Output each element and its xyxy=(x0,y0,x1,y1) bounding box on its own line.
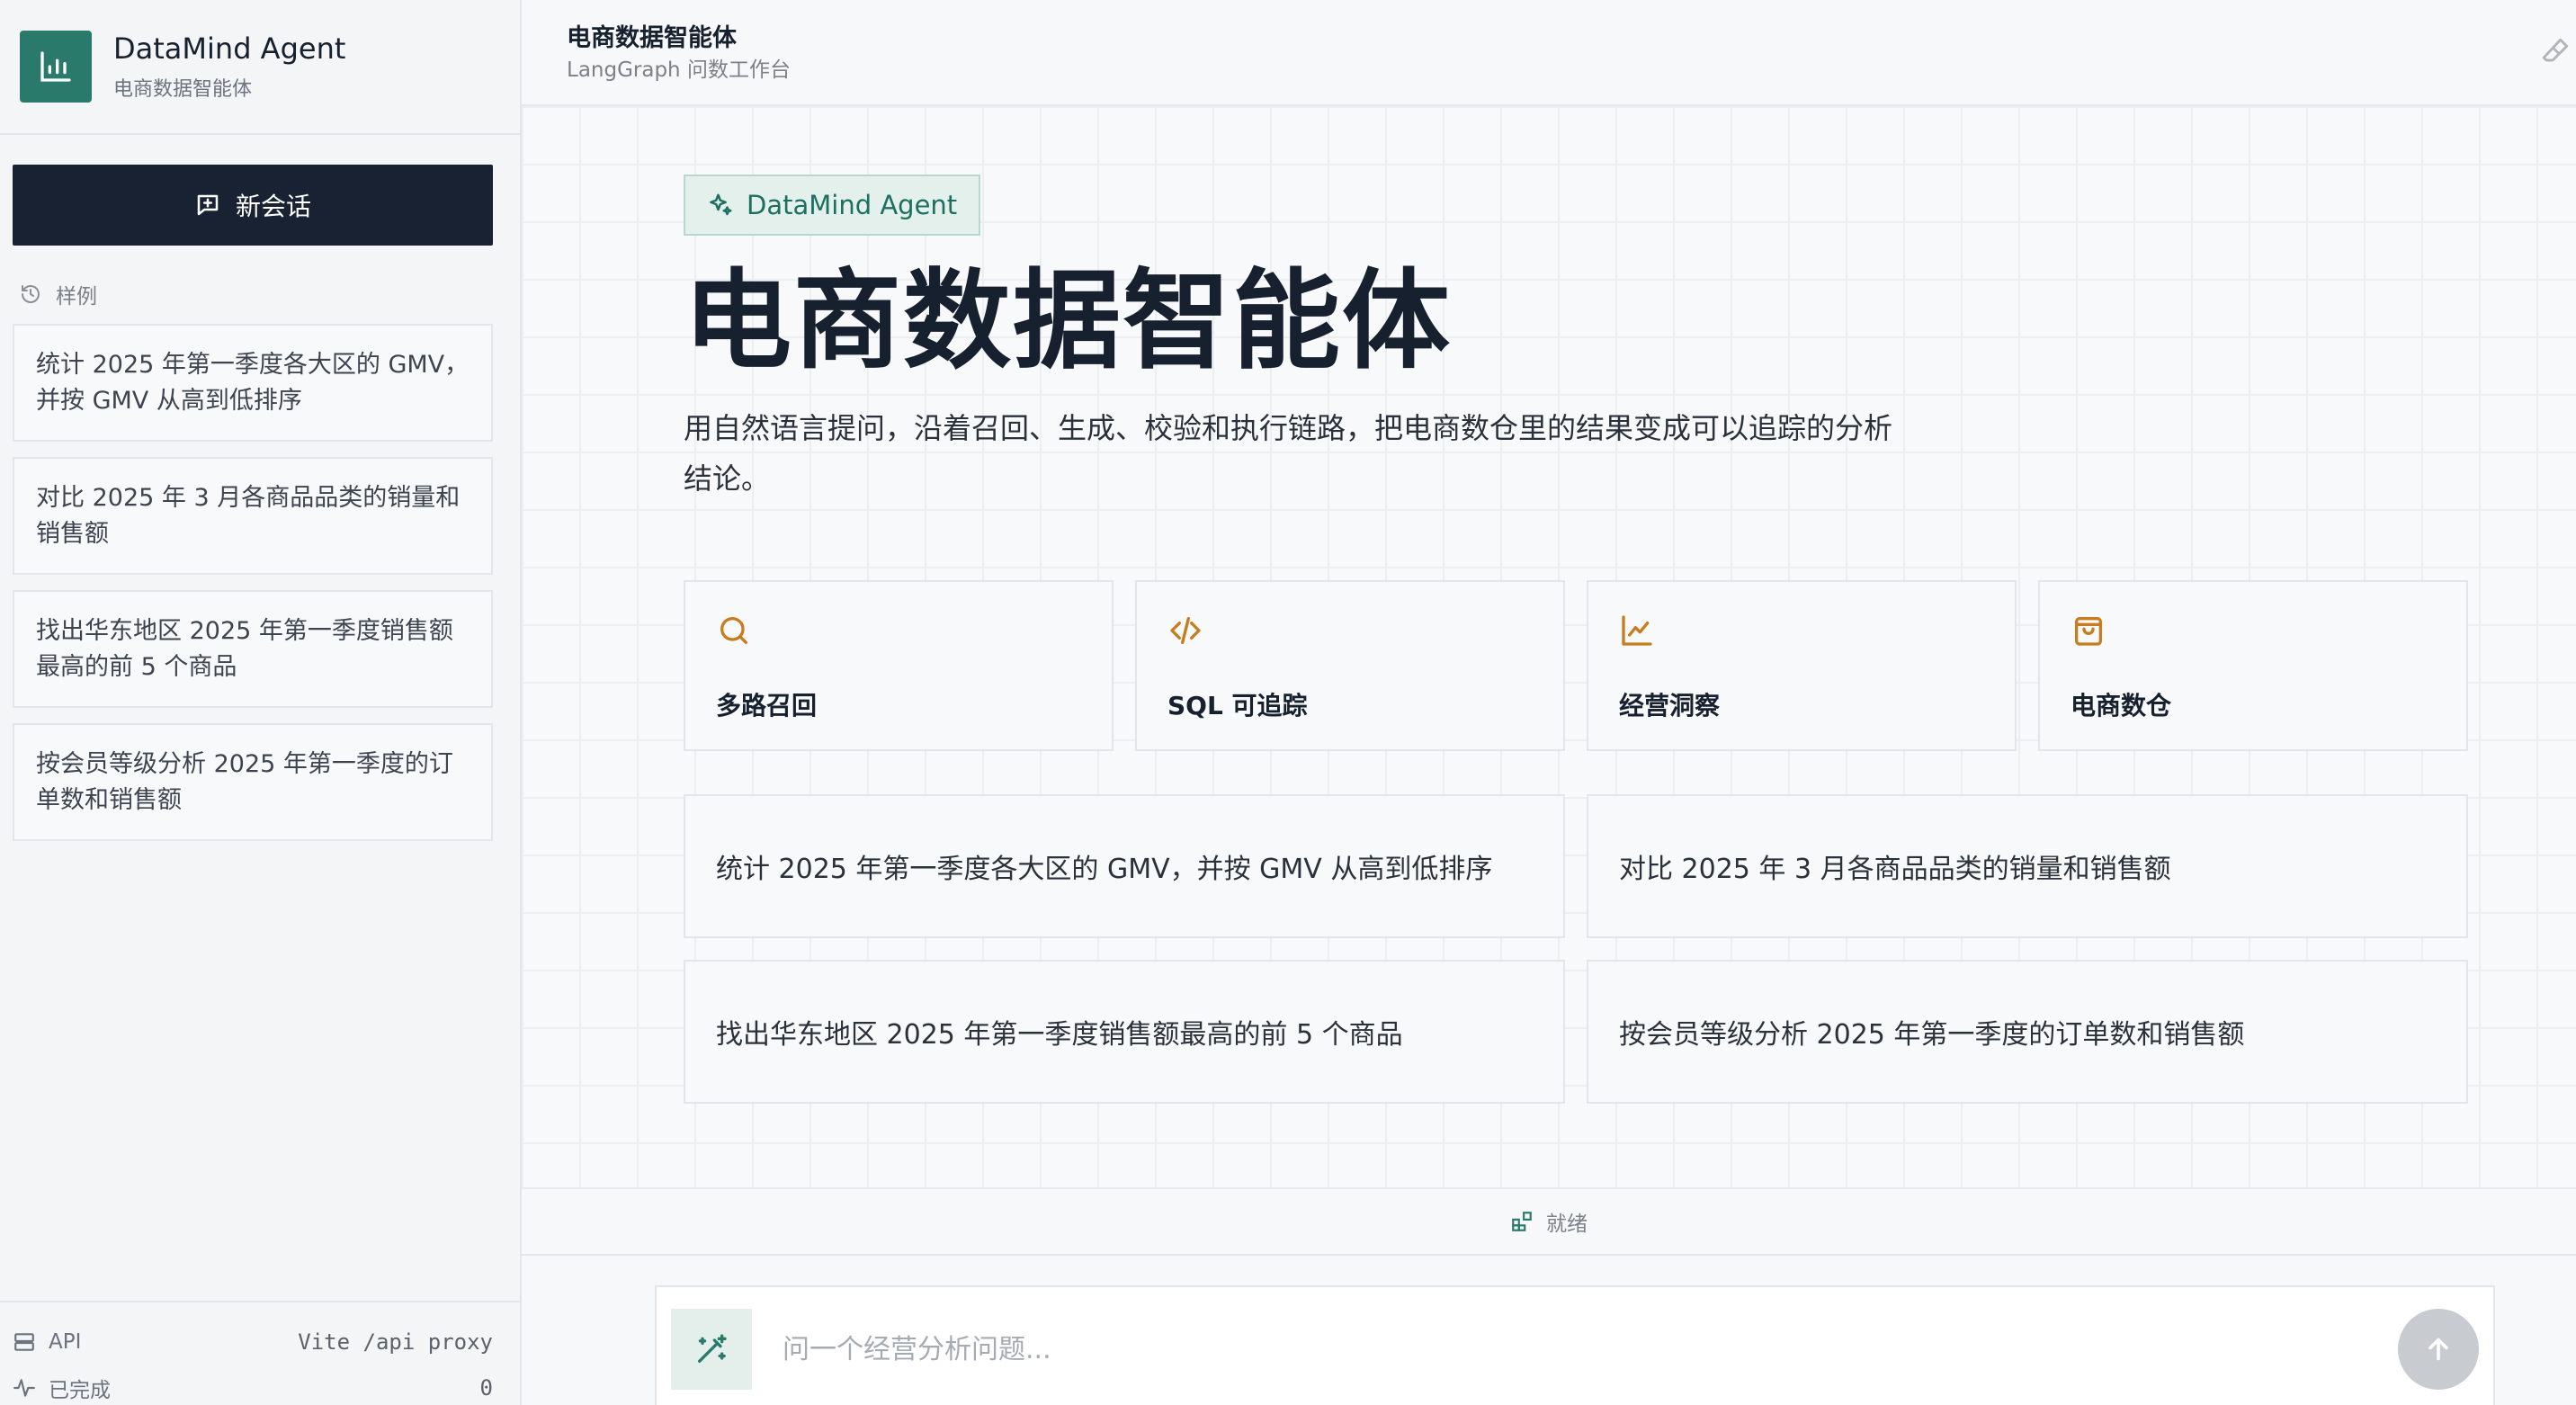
main-panel: 电商数据智能体 LangGraph 问数工作台 DataMind Agent 电… xyxy=(522,0,2576,1405)
activity-icon xyxy=(13,1379,35,1397)
examples-header-label: 样例 xyxy=(56,285,97,309)
composer xyxy=(655,1285,2495,1405)
prompt-suggestion[interactable]: 按会员等级分析 2025 年第一季度的订单数和销售额 xyxy=(1587,960,2468,1104)
example-item[interactable]: 找出华东地区 2025 年第一季度销售额最高的前 5 个商品 xyxy=(13,590,493,708)
api-label: API xyxy=(49,1330,82,1354)
brand-title: DataMind Agent xyxy=(113,31,346,66)
search-icon xyxy=(720,617,747,644)
feature-card-sql: SQL 可追踪 xyxy=(1135,580,1565,751)
completed-label: 已完成 xyxy=(49,1379,111,1402)
server-icon xyxy=(14,1333,34,1351)
feature-label: 电商数仓 xyxy=(2071,691,2172,720)
new-chat-button[interactable]: 新会话 xyxy=(13,165,493,246)
page-subtitle: LangGraph 问数工作台 xyxy=(567,58,791,82)
history-icon xyxy=(22,285,40,303)
example-item[interactable]: 统计 2025 年第一季度各大区的 GMV，并按 GMV 从高到低排序 xyxy=(13,324,493,442)
badge-label: DataMind Agent xyxy=(747,190,958,220)
feature-label: 多路召回 xyxy=(716,691,818,720)
message-plus-icon xyxy=(197,194,219,216)
arrow-up-icon xyxy=(2428,1338,2448,1361)
completed-row: 已完成 0 xyxy=(13,1373,493,1403)
sidebar: DataMind Agent 电商数据智能体 新会话 样例 统计 2025 年第… xyxy=(0,0,522,1405)
status-bar: 就绪 xyxy=(522,1187,2576,1256)
magic-wand-icon xyxy=(698,1334,727,1363)
status-text: 就绪 xyxy=(1546,1213,1588,1236)
example-list: 统计 2025 年第一季度各大区的 GMV，并按 GMV 从高到低排序 对比 2… xyxy=(13,324,493,856)
feature-card-insight: 经营洞察 xyxy=(1587,580,2017,751)
sparkles-icon xyxy=(710,193,732,216)
feature-card-recall: 多路召回 xyxy=(684,580,1114,751)
feature-label: SQL 可追踪 xyxy=(1167,691,1308,720)
prompt-suggestion[interactable]: 对比 2025 年 3 月各商品品类的销量和销售额 xyxy=(1587,794,2468,938)
feature-label: 经营洞察 xyxy=(1619,691,1721,720)
feature-card-warehouse: 电商数仓 xyxy=(2038,580,2468,751)
send-button[interactable] xyxy=(2398,1309,2479,1390)
magic-wand-button[interactable] xyxy=(671,1309,752,1390)
brand-subtitle: 电商数据智能体 xyxy=(113,78,253,101)
code-icon xyxy=(1170,617,1201,644)
example-item[interactable]: 按会员等级分析 2025 年第一季度的订单数和销售额 xyxy=(13,723,493,841)
welcome-canvas: DataMind Agent 电商数据智能体 用自然语言提问，沿着召回、生成、校… xyxy=(522,106,2576,1187)
top-bar: 电商数据智能体 LangGraph 问数工作台 xyxy=(522,0,2576,106)
sidebar-footer: API Vite /api proxy 已完成 0 xyxy=(0,1301,522,1405)
completed-count: 0 xyxy=(479,1375,493,1401)
line-chart-icon xyxy=(1622,615,1652,646)
page-title: 电商数据智能体 xyxy=(567,24,737,52)
prompt-suggestion[interactable]: 统计 2025 年第一季度各大区的 GMV，并按 GMV 从高到低排序 xyxy=(684,794,1565,938)
blocks-icon xyxy=(1512,1212,1532,1231)
bar-chart-icon xyxy=(20,31,92,103)
shopping-bag-icon xyxy=(2075,617,2102,646)
api-value: Vite /api proxy xyxy=(298,1329,493,1355)
api-status-row: API Vite /api proxy xyxy=(13,1329,493,1355)
prompt-suggestion[interactable]: 找出华东地区 2025 年第一季度销售额最高的前 5 个商品 xyxy=(684,960,1565,1104)
hero-description: 用自然语言提问，沿着召回、生成、校验和执行链路，把电商数仓里的结果变成可以追踪的… xyxy=(684,411,1893,496)
agent-badge: DataMind Agent xyxy=(684,175,981,236)
new-chat-label: 新会话 xyxy=(235,192,311,221)
question-input[interactable] xyxy=(783,1309,2312,1390)
hero-title: 电商数据智能体 xyxy=(684,259,1452,384)
examples-header: 样例 xyxy=(20,279,97,309)
brand-header: DataMind Agent 电商数据智能体 xyxy=(0,0,520,135)
eraser-icon[interactable] xyxy=(2540,36,2571,67)
example-item[interactable]: 对比 2025 年 3 月各商品品类的销量和销售额 xyxy=(13,457,493,575)
